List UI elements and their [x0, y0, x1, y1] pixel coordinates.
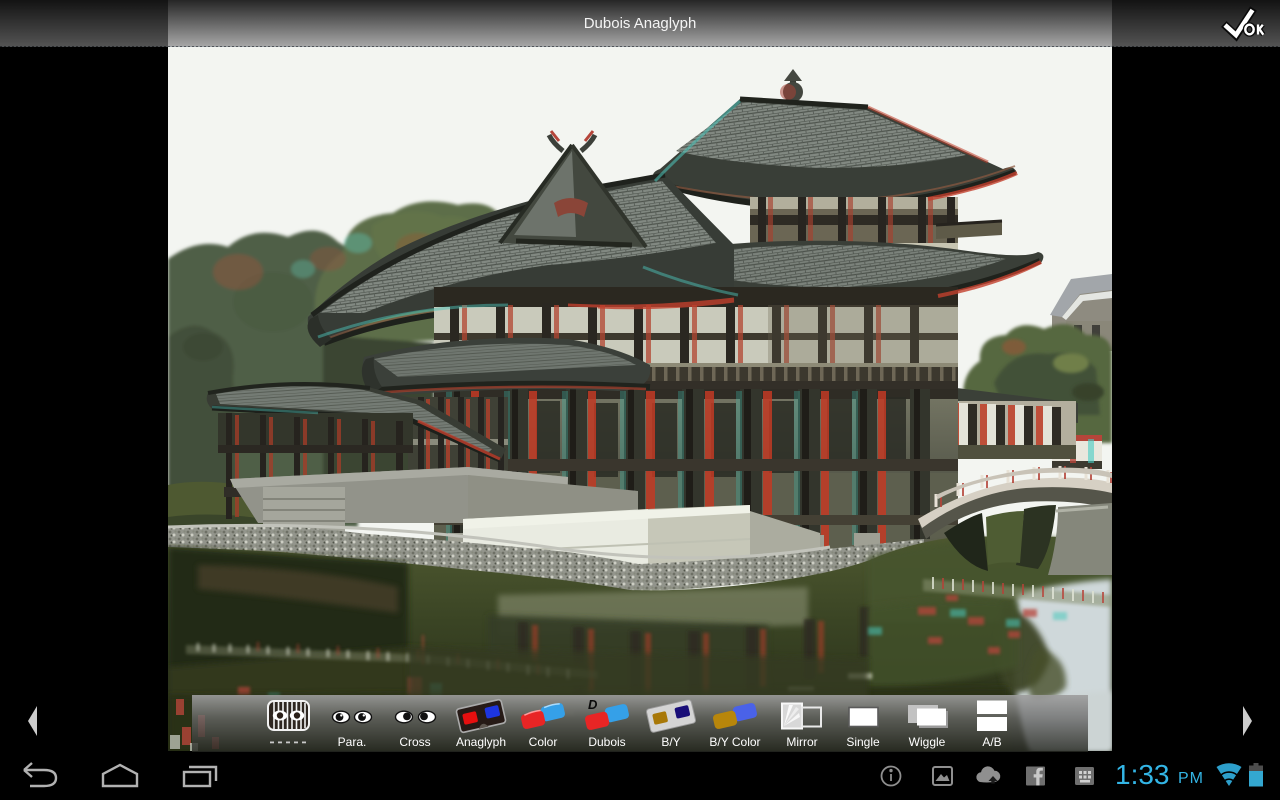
svg-text:D: D	[588, 697, 598, 712]
